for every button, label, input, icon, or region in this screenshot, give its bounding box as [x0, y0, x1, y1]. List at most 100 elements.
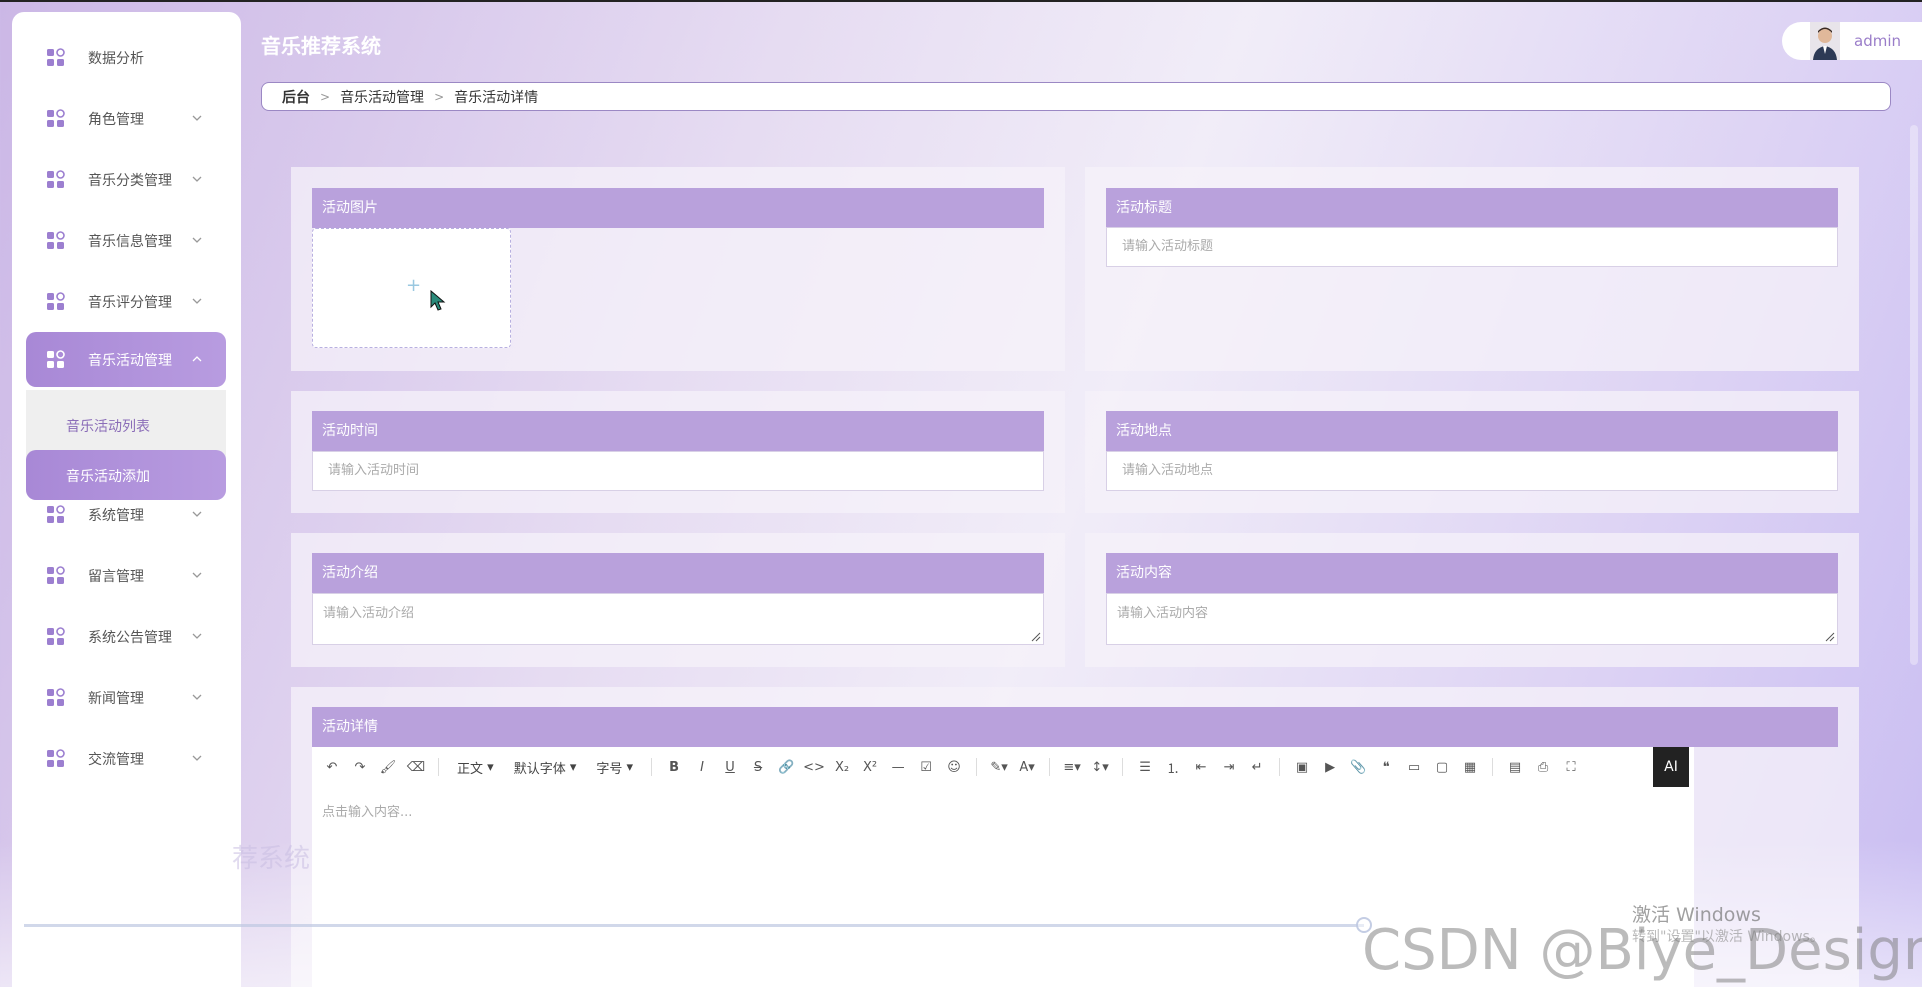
ai-button[interactable]: AI	[1653, 747, 1689, 787]
app-title: 音乐推荐系统	[261, 34, 381, 58]
chevron-down-icon	[190, 751, 204, 765]
numbered-list-icon[interactable]: ⒈	[1159, 753, 1187, 781]
font-size-label: 字号	[596, 761, 623, 777]
chevron-down-icon	[190, 507, 204, 521]
format-painter-icon[interactable]: 🖌	[374, 753, 402, 781]
italic-icon[interactable]: I	[688, 753, 716, 781]
bold-icon[interactable]: B	[660, 753, 688, 781]
sidebar-item[interactable]: 交流管理	[26, 731, 226, 786]
sidebar-item-label: 音乐信息管理	[88, 234, 172, 250]
breadcrumb: 后台 > 音乐活动管理 > 音乐活动详情	[261, 82, 1891, 111]
toolbar-divider	[438, 758, 439, 776]
highlight-color-icon[interactable]: ✎▾	[985, 753, 1013, 781]
image-upload[interactable]: +	[312, 228, 511, 348]
bullet-list-icon[interactable]: ☰	[1131, 753, 1159, 781]
field-label-image: 活动图片	[312, 188, 1044, 228]
field-label-intro: 活动介绍	[312, 553, 1044, 593]
toolbar-divider	[976, 758, 978, 776]
toolbar-divider	[1492, 758, 1494, 776]
subscript-icon[interactable]: X₂	[828, 753, 856, 781]
code-icon[interactable]: <>	[800, 753, 828, 781]
emoji-icon[interactable]: ☺	[940, 753, 968, 781]
fullscreen-icon[interactable]: ⛶	[1557, 753, 1585, 781]
sidebar: 数据分析 角色管理 音乐分类管理 音乐信息管理 音乐评分管理 音乐活动管理 音乐活动列表 音乐…	[12, 12, 241, 987]
time-input[interactable]: 请输入活动时间	[312, 451, 1044, 491]
align-icon[interactable]: ≡▾	[1058, 753, 1086, 781]
paragraph-select[interactable]: 正文 ▾	[447, 753, 504, 781]
chevron-right-icon: >	[434, 89, 445, 104]
underline-icon[interactable]: U	[716, 753, 744, 781]
sidebar-item[interactable]: 音乐信息管理	[26, 213, 226, 268]
superscript-icon[interactable]: X²	[856, 753, 884, 781]
code-block-icon[interactable]: ▭	[1400, 753, 1428, 781]
sidebar-item[interactable]: 音乐分类管理	[26, 152, 226, 207]
resize-grip-icon[interactable]	[1031, 632, 1041, 642]
submenu-item[interactable]: 音乐活动列表	[26, 400, 226, 450]
user-menu[interactable]: admin	[1782, 22, 1922, 60]
breadcrumb-current: 音乐活动详情	[454, 89, 539, 106]
font-size-select[interactable]: 字号 ▾	[586, 753, 643, 781]
strikethrough-icon[interactable]: S	[744, 753, 772, 781]
image-icon[interactable]: ▣	[1288, 753, 1316, 781]
indent-increase-icon[interactable]: ⇥	[1215, 753, 1243, 781]
sidebar-item[interactable]: 音乐评分管理	[26, 274, 226, 329]
intro-textarea[interactable]: 请输入活动介绍	[312, 593, 1044, 645]
toolbar-divider	[651, 758, 653, 776]
chevron-down-icon	[190, 233, 204, 247]
breadcrumb-home[interactable]: 后台	[282, 87, 310, 107]
mouse-cursor-icon	[430, 290, 446, 311]
grid-icon	[46, 566, 66, 586]
quote-icon[interactable]: ❝	[1372, 753, 1400, 781]
resize-grip-icon[interactable]	[1825, 632, 1835, 642]
toolbar-divider	[1279, 758, 1281, 776]
chevron-up-icon	[190, 352, 204, 366]
field-label-time: 活动时间	[312, 411, 1044, 451]
video-progress-bar[interactable]	[24, 924, 1364, 927]
template-icon[interactable]: ▤	[1501, 753, 1529, 781]
content-textarea[interactable]: 请输入活动内容	[1106, 593, 1838, 645]
container-icon[interactable]: ▢	[1428, 753, 1456, 781]
sidebar-item[interactable]: 新闻管理	[26, 670, 226, 725]
grid-icon	[46, 48, 66, 68]
sidebar-item-label: 留言管理	[88, 569, 144, 585]
clear-format-icon[interactable]: ⌫	[402, 753, 430, 781]
ghost-title: 荐系统	[232, 844, 311, 874]
table-icon[interactable]: ▦	[1456, 753, 1484, 781]
sidebar-item[interactable]: 留言管理	[26, 548, 226, 603]
wrap-icon[interactable]: ↵	[1243, 753, 1271, 781]
undo-icon[interactable]: ↶	[318, 753, 346, 781]
horizontal-rule-icon[interactable]: —	[884, 753, 912, 781]
sidebar-item-label: 音乐活动管理	[88, 353, 172, 369]
todo-icon[interactable]: ☑	[912, 753, 940, 781]
redo-icon[interactable]: ↷	[346, 753, 374, 781]
breadcrumb-section[interactable]: 音乐活动管理	[340, 87, 424, 107]
submenu-item-label: 音乐活动列表	[66, 419, 150, 435]
indent-decrease-icon[interactable]: ⇤	[1187, 753, 1215, 781]
sidebar-item-label: 系统管理	[88, 508, 144, 524]
font-color-icon[interactable]: A▾	[1013, 753, 1041, 781]
sidebar-item[interactable]: 系统管理	[26, 487, 226, 542]
page-scrollbar[interactable]	[1910, 125, 1918, 665]
sidebar-item[interactable]: 系统公告管理	[26, 609, 226, 664]
location-input[interactable]: 请输入活动地点	[1106, 451, 1838, 491]
font-select[interactable]: 默认字体 ▾	[504, 753, 587, 781]
sidebar-item[interactable]: 数据分析	[26, 30, 226, 85]
ai-label: AI	[1664, 759, 1678, 775]
link-icon[interactable]: 🔗	[772, 753, 800, 781]
grid-icon	[46, 292, 66, 312]
chevron-down-icon	[190, 568, 204, 582]
line-height-icon[interactable]: ↕▾	[1086, 753, 1114, 781]
chevron-down-icon	[190, 294, 204, 308]
sidebar-item-label: 角色管理	[88, 112, 144, 128]
video-icon[interactable]: ▶	[1316, 753, 1344, 781]
editor-toolbar: ↶ ↷ 🖌 ⌫ 正文 ▾ 默认字体 ▾ 字号 ▾ B I U S 🔗 <> X₂…	[312, 747, 1694, 787]
print-icon[interactable]: ⎙	[1529, 753, 1557, 781]
csdn-watermark: CSDN @Biye_Design	[1362, 918, 1922, 983]
sidebar-item[interactable]: 音乐活动管理	[26, 332, 226, 387]
title-input[interactable]: 请输入活动标题	[1106, 227, 1838, 267]
content-placeholder: 请输入活动内容	[1117, 606, 1209, 621]
grid-icon	[46, 170, 66, 190]
attachment-icon[interactable]: 📎	[1344, 753, 1372, 781]
sidebar-item[interactable]: 角色管理	[26, 91, 226, 146]
sidebar-item-label: 音乐评分管理	[88, 295, 172, 311]
